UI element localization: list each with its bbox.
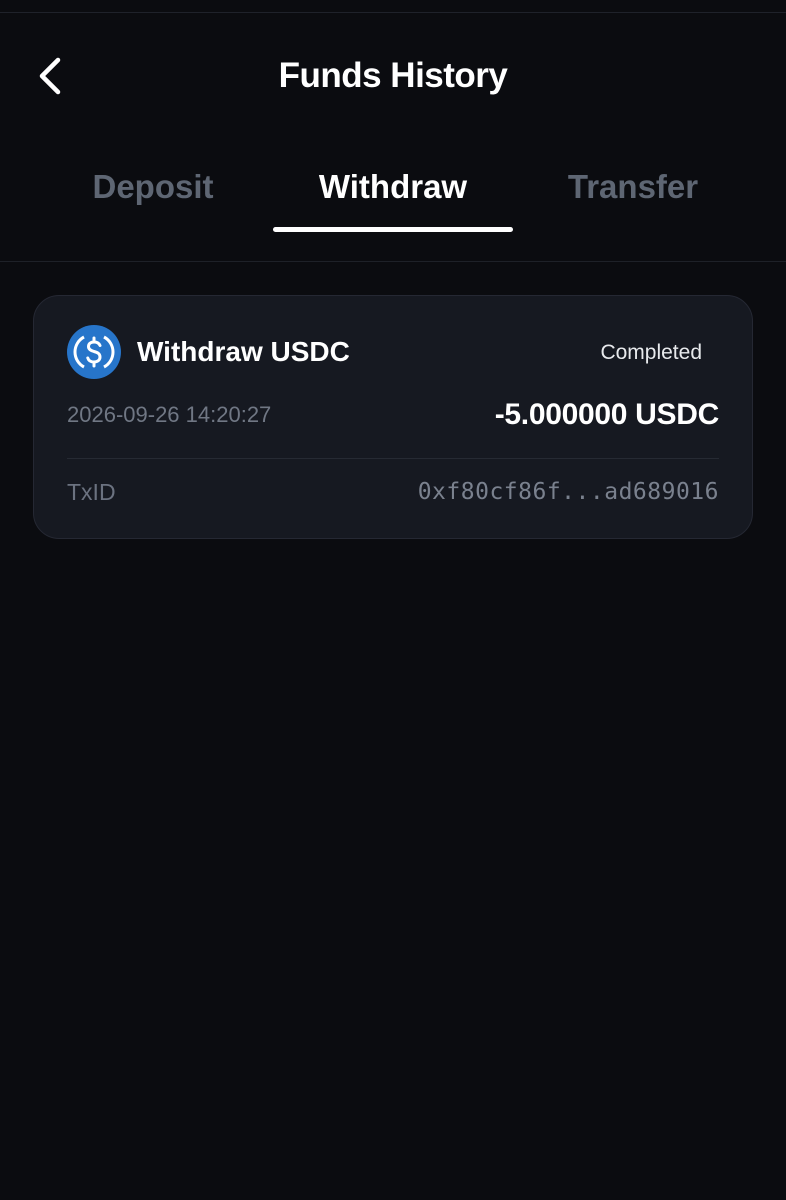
page-title: Funds History bbox=[278, 56, 508, 95]
top-divider bbox=[0, 12, 786, 13]
active-tab-indicator bbox=[273, 227, 513, 232]
tab-transfer[interactable]: Transfer bbox=[513, 168, 753, 232]
usdc-coin-icon bbox=[67, 325, 121, 379]
txid-value[interactable]: 0xf80cf86f...ad689016 bbox=[418, 479, 719, 505]
tab-withdraw[interactable]: Withdraw bbox=[273, 168, 513, 232]
tab-bar: Deposit Withdraw Transfer bbox=[0, 150, 786, 262]
record-title: Withdraw USDC bbox=[137, 336, 350, 367]
record-timestamp: 2026-09-26 14:20:27 bbox=[67, 402, 272, 427]
tab-deposit[interactable]: Deposit bbox=[33, 168, 273, 232]
card-divider bbox=[67, 458, 719, 459]
status-badge: Completed bbox=[600, 341, 702, 364]
withdraw-record-card[interactable]: Withdraw USDC Completed 2026-09-26 14:20… bbox=[33, 295, 753, 539]
record-amount: -5.000000 USDC bbox=[494, 398, 720, 431]
header: Funds History bbox=[0, 40, 786, 112]
txid-label: TxID bbox=[67, 479, 116, 505]
